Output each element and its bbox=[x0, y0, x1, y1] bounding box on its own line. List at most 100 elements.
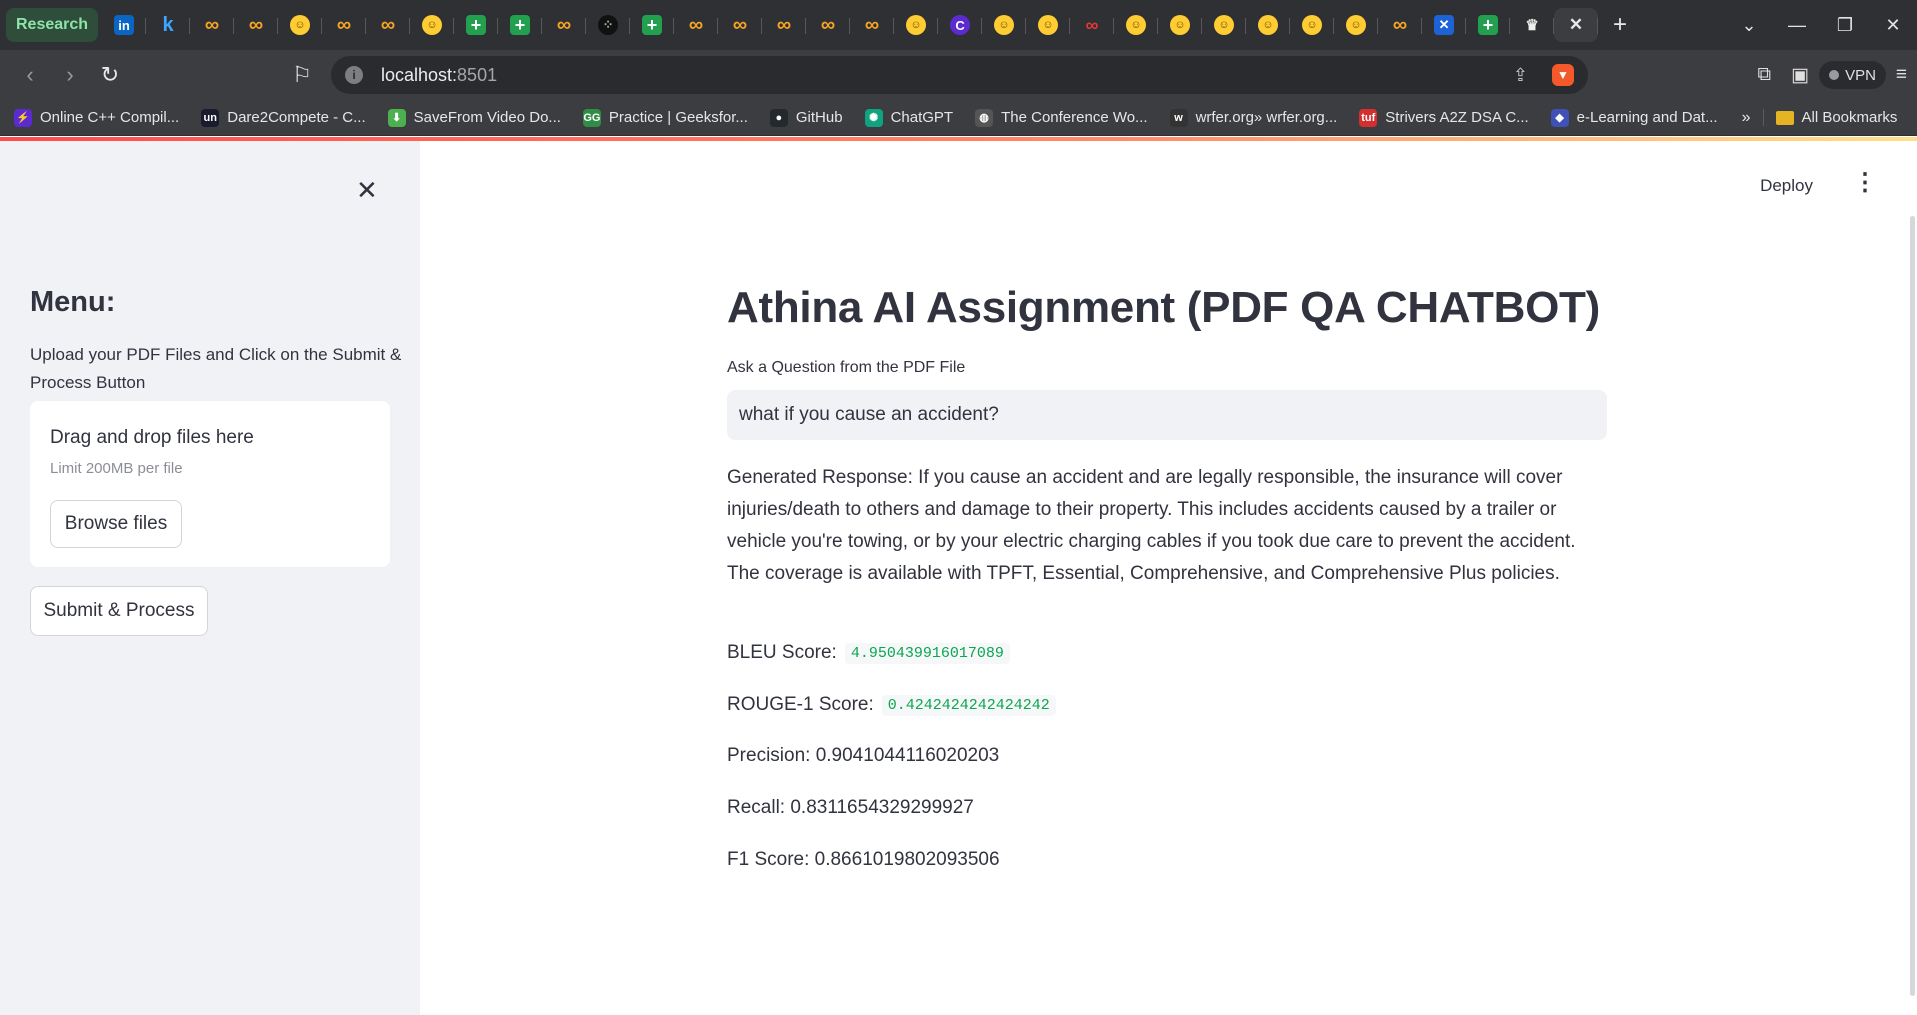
back-button[interactable]: ‹ bbox=[10, 55, 50, 95]
vpn-button[interactable]: VPN bbox=[1819, 61, 1886, 89]
c-logo-icon: C bbox=[950, 15, 971, 35]
restore-button[interactable]: ❐ bbox=[1821, 15, 1869, 36]
bookmark-item[interactable]: ✺ ChatGPT bbox=[864, 108, 953, 127]
browser-tab[interactable]: ☺ bbox=[1026, 8, 1071, 42]
page-scrollbar[interactable] bbox=[1910, 216, 1915, 996]
bookmark-item[interactable]: ◆ e-Learning and Dat... bbox=[1550, 108, 1718, 127]
wallet-icon[interactable]: ▣ bbox=[1791, 64, 1809, 87]
browser-tab[interactable]: ∞ bbox=[762, 8, 807, 42]
infinity-icon: ∞ bbox=[776, 13, 792, 36]
tab-group-research[interactable]: Research bbox=[6, 8, 99, 42]
browser-tab[interactable]: + bbox=[1466, 8, 1511, 42]
bookmark-item[interactable]: tuf Strivers A2Z DSA C... bbox=[1359, 108, 1529, 127]
infinity-icon: ∞ bbox=[732, 13, 748, 36]
browser-tab[interactable]: ✕ bbox=[1422, 8, 1467, 42]
browser-tab[interactable]: ☺ bbox=[1290, 8, 1335, 42]
bookmark-label: Dare2Compete - C... bbox=[227, 109, 366, 126]
bookmark-label: The Conference Wo... bbox=[1001, 109, 1148, 126]
browser-tab[interactable]: ✕ bbox=[1554, 8, 1599, 42]
reload-button[interactable]: ↻ bbox=[90, 55, 130, 95]
browser-tab[interactable]: ☺ bbox=[278, 8, 323, 42]
crown-icon: ♛ bbox=[1525, 17, 1539, 34]
globe-icon: ◍ bbox=[975, 108, 994, 127]
all-bookmarks-button[interactable]: All Bookmarks bbox=[1762, 109, 1897, 126]
file-dropzone[interactable]: Drag and drop files here Limit 200MB per… bbox=[30, 401, 390, 567]
bookmark-item[interactable]: ◍ The Conference Wo... bbox=[975, 108, 1148, 127]
window-controls: ⌄ — ❐ ✕ bbox=[1725, 0, 1917, 50]
huggingface-icon: ☺ bbox=[994, 15, 1015, 35]
folder-icon bbox=[1775, 110, 1794, 125]
dropzone-title: Drag and drop files here bbox=[50, 427, 254, 448]
bookmark-item[interactable]: un Dare2Compete - C... bbox=[201, 108, 366, 127]
rouge-label: ROUGE-1 Score: bbox=[727, 694, 874, 715]
browser-tab[interactable]: ∞ bbox=[850, 8, 895, 42]
browser-tab[interactable]: ☺ bbox=[410, 8, 455, 42]
extensions-icon[interactable]: ⧉ bbox=[1758, 64, 1772, 86]
browser-tab[interactable]: ⁘ bbox=[586, 8, 631, 42]
browser-tab[interactable]: + bbox=[630, 8, 675, 42]
page-title: Athina AI Assignment (PDF QA CHATBOT) bbox=[727, 283, 1600, 332]
bookmark-label: SaveFrom Video Do... bbox=[413, 109, 561, 126]
browser-tab[interactable]: ☺ bbox=[1334, 8, 1379, 42]
url-text: localhost:8501 bbox=[381, 65, 497, 86]
bookmark-item[interactable]: ⬇ SaveFrom Video Do... bbox=[387, 108, 561, 127]
huggingface-icon: ☺ bbox=[1302, 15, 1323, 35]
browse-files-button[interactable]: Browse files bbox=[50, 500, 182, 548]
bleu-score: BLEU Score: 4.950439916017089 bbox=[727, 642, 1010, 664]
browser-tab[interactable]: + bbox=[454, 8, 499, 42]
bookmark-item[interactable]: ● GitHub bbox=[769, 108, 843, 127]
browser-tab[interactable]: ∞ bbox=[674, 8, 719, 42]
brave-shields-icon[interactable]: ▼ bbox=[1552, 64, 1574, 86]
more-bookmarks-button[interactable]: » bbox=[1742, 109, 1751, 127]
close-sidebar-icon[interactable]: ✕ bbox=[356, 177, 378, 203]
browser-tab[interactable]: ∞ bbox=[718, 8, 763, 42]
huggingface-icon: ☺ bbox=[1258, 15, 1279, 35]
menu-icon[interactable]: ≡ bbox=[1896, 64, 1907, 86]
browser-tab[interactable]: ☺ bbox=[982, 8, 1027, 42]
download-arrow-icon: ⬇ bbox=[387, 108, 406, 127]
huggingface-icon: ☺ bbox=[1346, 15, 1367, 35]
bookmark-item[interactable]: GG Practice | Geeksfor... bbox=[582, 108, 748, 127]
question-input[interactable] bbox=[727, 390, 1607, 440]
new-tab-button[interactable]: + bbox=[1600, 8, 1640, 42]
bookmark-item[interactable]: ⚡ Online C++ Compil... bbox=[14, 108, 179, 127]
browser-tab[interactable]: C bbox=[938, 8, 983, 42]
browser-tab[interactable]: ∞ bbox=[806, 8, 851, 42]
more-options-icon[interactable]: ⋮ bbox=[1853, 171, 1877, 195]
k-icon: k bbox=[162, 13, 174, 36]
browser-tab[interactable]: ∞ bbox=[322, 8, 367, 42]
bookmark-item[interactable]: w wrfer.org» wrfer.org... bbox=[1169, 108, 1337, 127]
url-host: localhost: bbox=[381, 64, 458, 85]
browser-tab[interactable]: + bbox=[498, 8, 543, 42]
browser-tab[interactable]: in bbox=[102, 8, 147, 42]
minimize-button[interactable]: — bbox=[1773, 15, 1821, 36]
browser-tab[interactable]: ∞ bbox=[366, 8, 411, 42]
browser-tab[interactable]: ☺ bbox=[1158, 8, 1203, 42]
huggingface-icon: ☺ bbox=[1214, 15, 1235, 35]
bookmark-icon[interactable]: ⚐ bbox=[282, 55, 322, 95]
forward-button[interactable]: › bbox=[50, 55, 90, 95]
main-area: Deploy ⋮ Athina AI Assignment (PDF QA CH… bbox=[420, 141, 1917, 1015]
submit-process-button[interactable]: Submit & Process bbox=[30, 586, 208, 636]
browser-tab[interactable]: ∞ bbox=[190, 8, 235, 42]
browser-tab[interactable]: ☺ bbox=[1202, 8, 1247, 42]
share-icon[interactable]: ⇪ bbox=[1513, 65, 1528, 86]
address-bar[interactable]: i localhost:8501 ⇪ ▼ bbox=[331, 56, 1588, 94]
browser-tab[interactable]: ☺ bbox=[894, 8, 939, 42]
close-tab-icon[interactable]: ✕ bbox=[1566, 15, 1586, 35]
browser-tab[interactable]: ∞ bbox=[234, 8, 279, 42]
browser-tab[interactable]: ∞ bbox=[1070, 8, 1115, 42]
browser-tab[interactable]: ☺ bbox=[1114, 8, 1159, 42]
bookmark-label: Practice | Geeksfor... bbox=[608, 109, 748, 126]
close-window-button[interactable]: ✕ bbox=[1869, 15, 1917, 36]
sidebar: ✕ Menu: Upload your PDF Files and Click … bbox=[0, 141, 420, 1015]
tab-search-icon[interactable]: ⌄ bbox=[1725, 15, 1773, 36]
browser-tab[interactable]: ☺ bbox=[1246, 8, 1291, 42]
infinity-icon: ∞ bbox=[556, 13, 572, 36]
browser-tab[interactable]: ♛ bbox=[1510, 8, 1555, 42]
site-info-icon[interactable]: i bbox=[345, 66, 363, 84]
browser-tab[interactable]: ∞ bbox=[542, 8, 587, 42]
browser-tab[interactable]: ∞ bbox=[1378, 8, 1423, 42]
deploy-button[interactable]: Deploy bbox=[1760, 176, 1813, 196]
browser-tab[interactable]: k bbox=[146, 8, 191, 42]
